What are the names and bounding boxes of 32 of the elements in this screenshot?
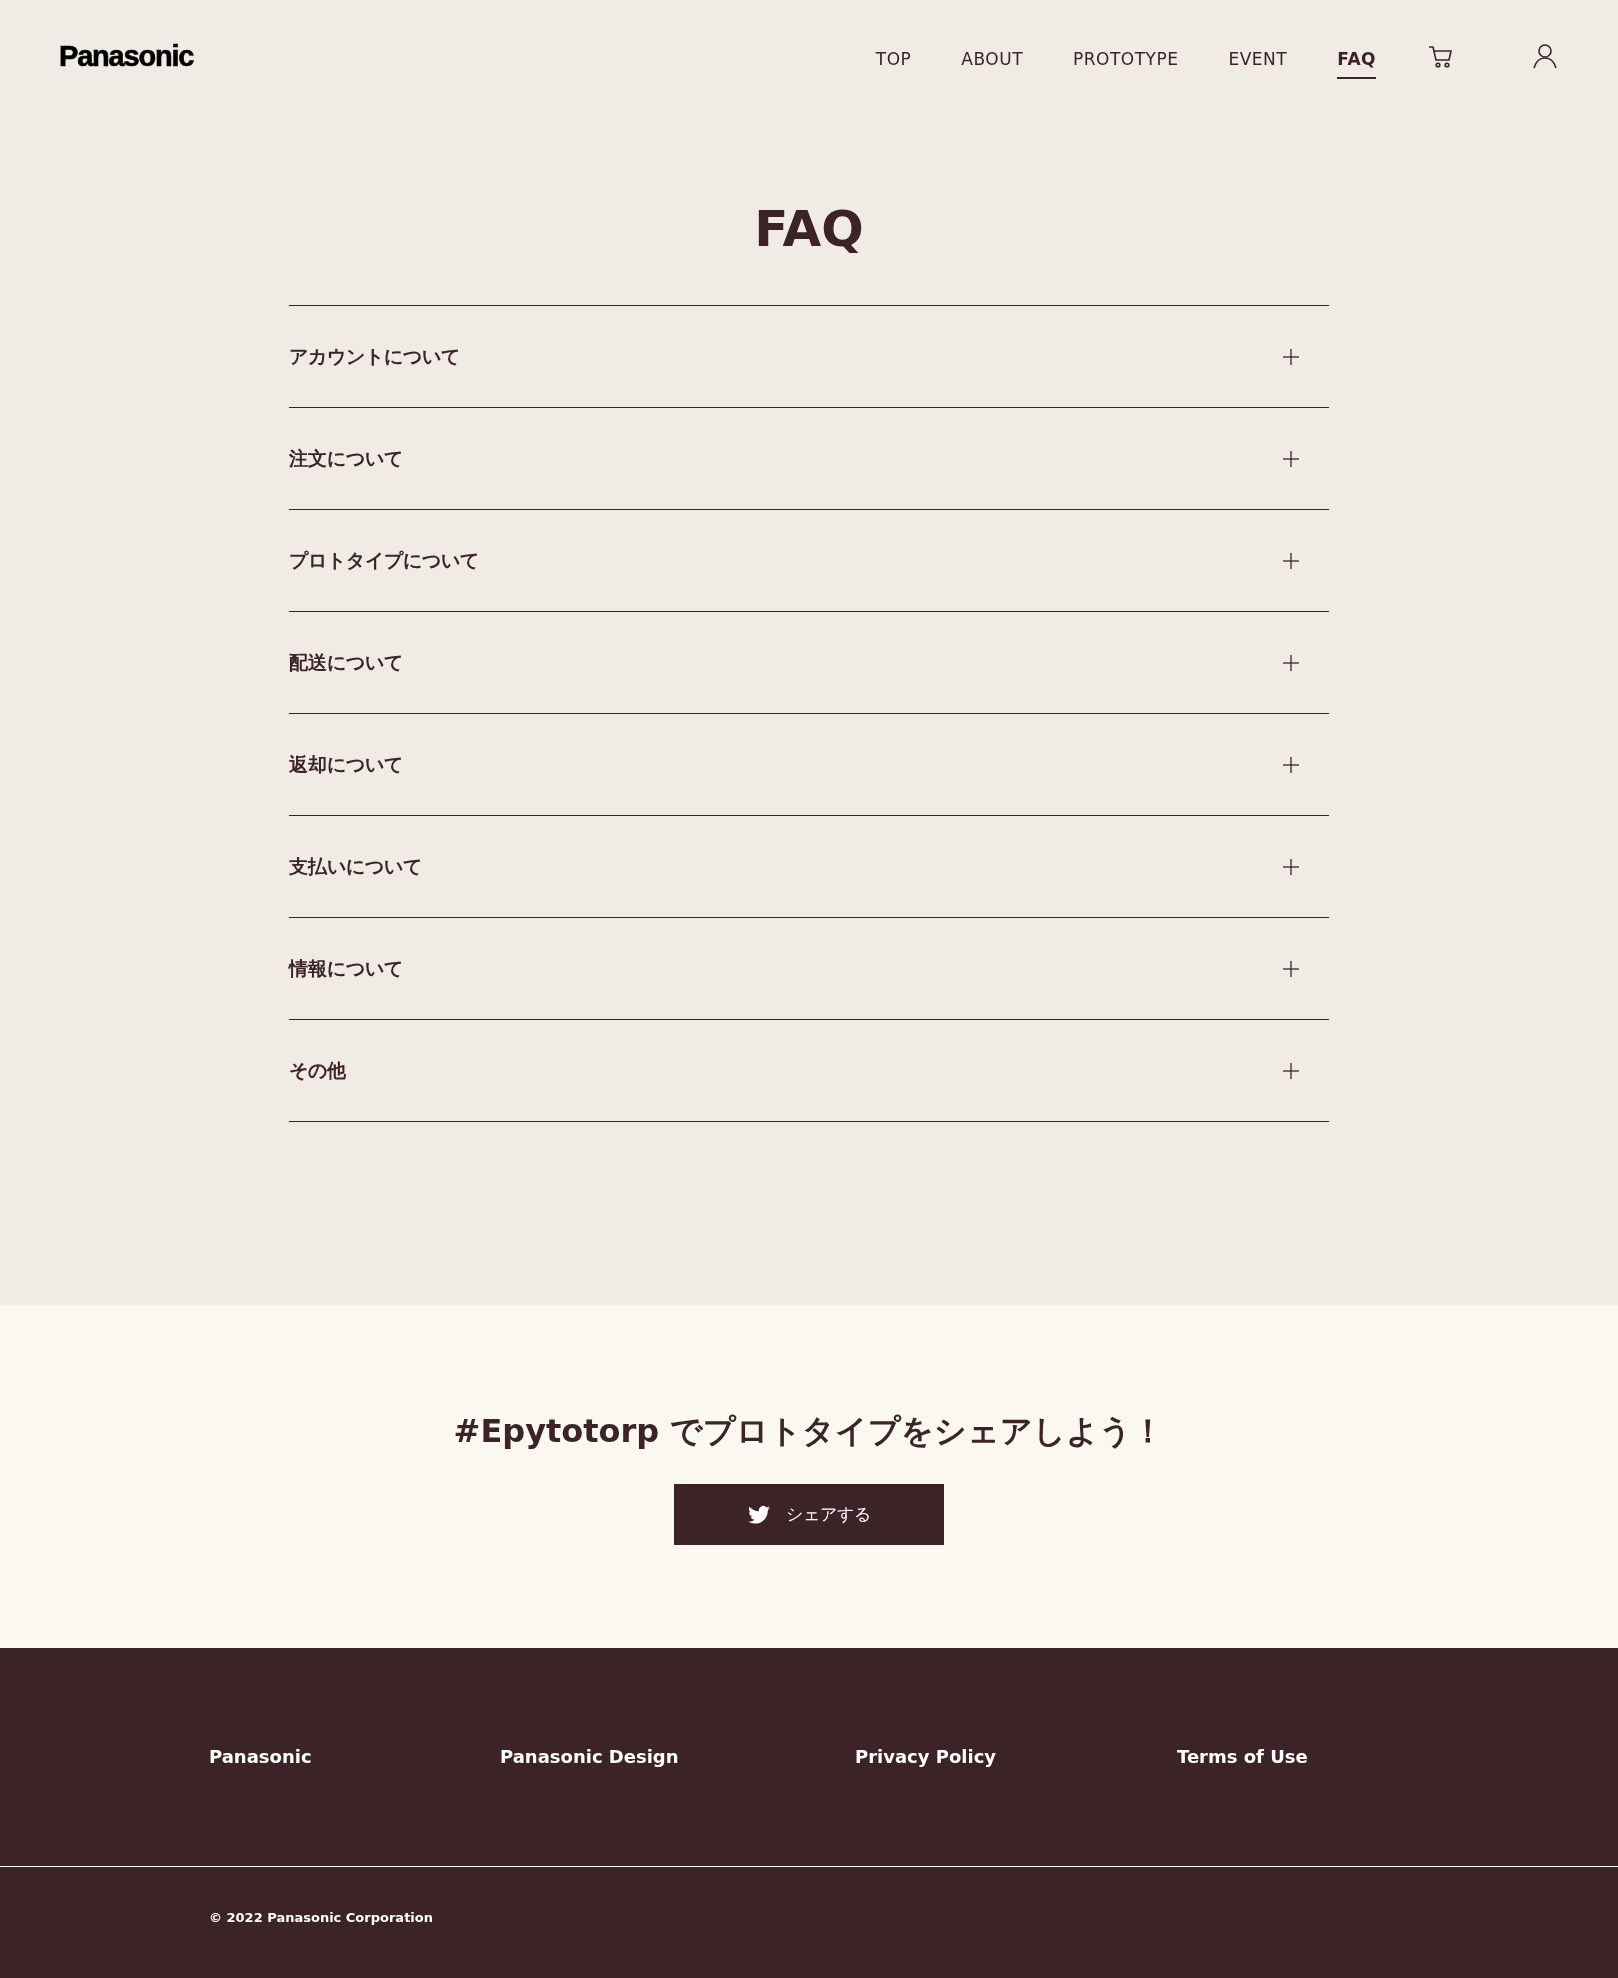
- footer-link[interactable]: Privacy Policy: [855, 1746, 997, 1866]
- footer-link[interactable]: Terms of Use: [1177, 1746, 1308, 1866]
- nav-link[interactable]: ABOUT: [961, 41, 1023, 79]
- faq-item[interactable]: 返却について: [289, 714, 1329, 816]
- faq-question: 支払いについて: [289, 853, 422, 879]
- faq-question: 配送について: [289, 649, 403, 675]
- copyright: © 2022 Panasonic Corporation: [208, 1909, 434, 1925]
- faq-question: プロトタイプについて: [289, 547, 479, 573]
- page-title: FAQ: [753, 200, 865, 258]
- faq-question: アカウントについて: [289, 343, 460, 369]
- footer-link[interactable]: Panasonic: [209, 1746, 312, 1866]
- nav-link[interactable]: EVENT: [1228, 41, 1288, 79]
- nav-link[interactable]: TOP: [875, 41, 912, 79]
- faq-item[interactable]: 注文について: [289, 408, 1329, 510]
- logo[interactable]: Panasonic: [59, 39, 194, 73]
- share-button[interactable]: シェアする: [674, 1484, 944, 1545]
- faq-question: その他: [289, 1057, 346, 1083]
- nav-link[interactable]: PROTOTYPE: [1073, 41, 1179, 79]
- share-heading: #Epytotorp でプロトタイプをシェアしよう！: [453, 1411, 1165, 1452]
- nav-link[interactable]: FAQ: [1337, 41, 1376, 79]
- faq-item[interactable]: 配送について: [289, 612, 1329, 714]
- faq-question: 情報について: [289, 955, 403, 981]
- faq-question: 返却について: [289, 751, 403, 777]
- faq-item[interactable]: 支払いについて: [289, 816, 1329, 918]
- faq-item[interactable]: 情報について: [289, 918, 1329, 1020]
- faq-question: 注文について: [289, 445, 403, 471]
- faq-item[interactable]: その他: [289, 1020, 1329, 1122]
- faq-item[interactable]: プロトタイプについて: [289, 510, 1329, 612]
- user-icon[interactable]: [1530, 41, 1560, 71]
- footer-link[interactable]: Panasonic Design: [500, 1746, 679, 1866]
- faq-item[interactable]: アカウントについて: [289, 306, 1329, 408]
- bird-icon: [747, 1504, 770, 1525]
